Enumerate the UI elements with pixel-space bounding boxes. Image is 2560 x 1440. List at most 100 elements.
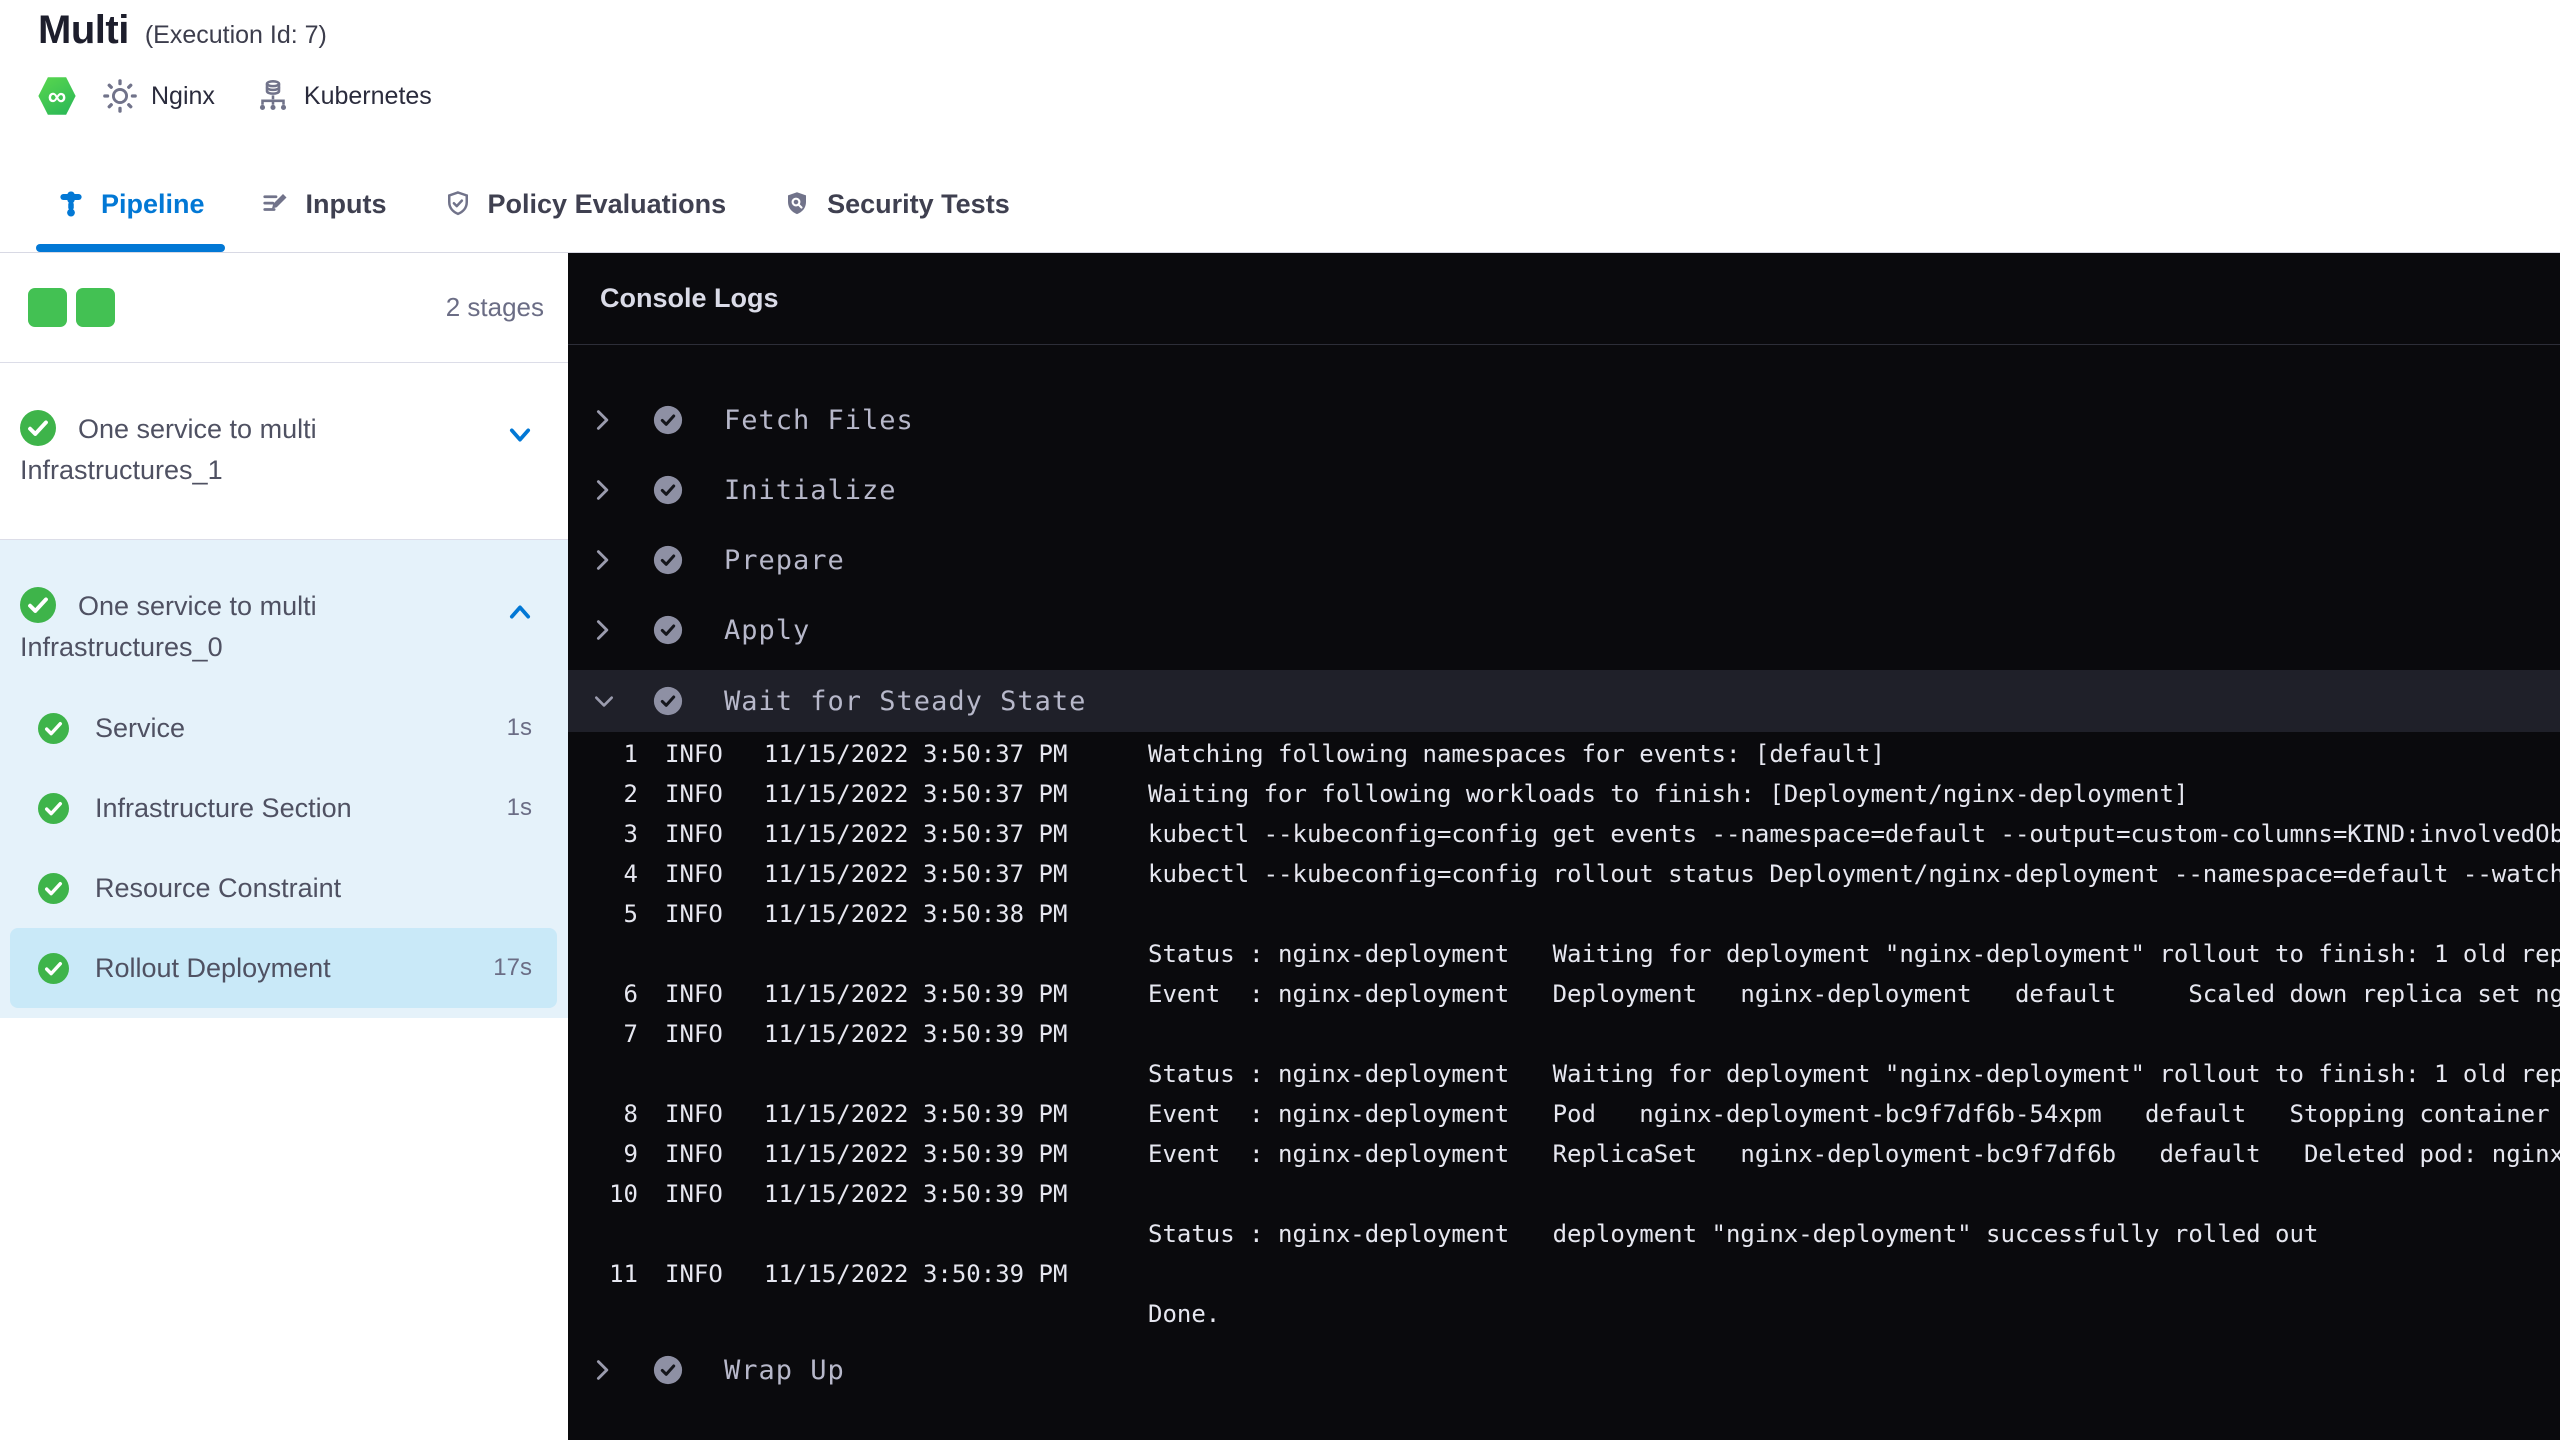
log-level xyxy=(644,1054,764,1094)
log-level: INFO xyxy=(665,780,723,808)
stage-status-square[interactable] xyxy=(76,288,115,327)
log-line-number: 6 xyxy=(623,980,638,1008)
step-item-rollout-deployment[interactable]: Rollout Deployment 17s xyxy=(10,928,557,1008)
chevron-right-icon[interactable] xyxy=(593,548,617,572)
stage-item-infrastructures-0[interactable]: One service to multi Infrastructures_0 xyxy=(0,540,568,682)
log-timestamp: 11/15/2022 3:50:38 PM xyxy=(764,900,1068,928)
log-line-number: 8 xyxy=(623,1100,638,1128)
step-label: Infrastructure Section xyxy=(95,792,352,823)
log-level: INFO xyxy=(665,860,723,888)
step-item-resource-constraint[interactable]: Resource Constraint xyxy=(10,848,557,928)
log-timestamp xyxy=(764,1214,1148,1254)
infinity-glyph: ∞ xyxy=(47,81,67,111)
log-line: 5 INFO 11/15/2022 3:50:38 PM xyxy=(568,894,2560,934)
log-line-continuation: Done. xyxy=(568,1294,2560,1334)
chevron-right-icon[interactable] xyxy=(593,408,617,432)
log-message: Watching following namespaces for events… xyxy=(1148,740,1885,768)
service-name-label: Nginx xyxy=(151,81,215,110)
log-timestamp: 11/15/2022 3:50:37 PM xyxy=(764,820,1068,848)
log-message: Status : nginx-deployment deployment "ng… xyxy=(1148,1220,2319,1248)
tab-security-tests[interactable]: Security Tests xyxy=(782,156,1010,252)
step-item-infrastructure-section[interactable]: Infrastructure Section 1s xyxy=(10,768,557,848)
chevron-right-icon[interactable] xyxy=(593,618,617,642)
stages-sidebar: 2 stages One service to multi Infrastruc… xyxy=(0,253,568,1440)
log-level: INFO xyxy=(665,1260,723,1288)
tab-policy-evaluations[interactable]: Policy Evaluations xyxy=(443,156,727,252)
step-item-service[interactable]: Service 1s xyxy=(10,688,557,768)
log-level xyxy=(644,1214,764,1254)
chevron-right-icon[interactable] xyxy=(593,478,617,502)
chevron-down-icon[interactable] xyxy=(593,692,617,710)
log-line: 1 INFO 11/15/2022 3:50:37 PM Watching fo… xyxy=(568,734,2560,774)
stage-count-label: 2 stages xyxy=(445,292,544,322)
step-label: Resource Constraint xyxy=(95,872,342,903)
console-step-wait-for-steady-state[interactable]: Wait for Steady State xyxy=(568,670,2560,732)
console-step-initialize[interactable]: Initialize xyxy=(568,455,2560,525)
kubernetes-cluster-icon xyxy=(255,78,291,114)
log-message: Event : nginx-deployment Deployment ngin… xyxy=(1148,980,2560,1008)
step-label: Rollout Deployment xyxy=(95,952,331,983)
page-title: Multi xyxy=(38,8,129,52)
log-message: Done. xyxy=(1148,1300,1221,1328)
log-level: INFO xyxy=(665,1180,723,1208)
success-check-icon xyxy=(20,410,56,446)
console-step-apply[interactable]: Apply xyxy=(568,595,2560,665)
success-check-icon xyxy=(653,405,683,435)
chevron-up-icon[interactable] xyxy=(506,600,534,629)
step-duration: 1s xyxy=(506,794,532,821)
log-line-number: 3 xyxy=(623,820,638,848)
title-row: Multi (Execution Id: 7) xyxy=(38,8,327,53)
log-level: INFO xyxy=(665,740,723,768)
stage-name: One service to multi Infrastructures_0 xyxy=(20,586,478,668)
tab-label: Policy Evaluations xyxy=(487,188,727,219)
stage-summary-bar: 2 stages xyxy=(0,253,568,363)
log-timestamp xyxy=(764,1054,1148,1094)
console-logs-panel: Console Logs Fetch Files Initialize Prep… xyxy=(568,253,2560,1440)
chevron-right-icon[interactable] xyxy=(593,1358,617,1382)
stage-name: One service to multi Infrastructures_1 xyxy=(20,409,478,491)
pipeline-icon xyxy=(56,189,86,219)
log-line-number xyxy=(568,1294,644,1334)
chevron-down-icon[interactable] xyxy=(506,423,534,452)
stage-status-square[interactable] xyxy=(28,288,67,327)
header-meta-row: ∞ Nginx Kubernetes xyxy=(38,76,472,116)
stage-item-infrastructures-1[interactable]: One service to multi Infrastructures_1 xyxy=(0,363,568,540)
log-level: INFO xyxy=(665,1020,723,1048)
log-timestamp: 11/15/2022 3:50:39 PM xyxy=(764,1100,1068,1128)
tab-pipeline[interactable]: Pipeline xyxy=(36,156,225,252)
log-message xyxy=(1148,1254,2560,1294)
pipeline-execution-screen: Multi (Execution Id: 7) ∞ Nginx Kubernet… xyxy=(0,0,2560,1440)
log-message: kubectl --kubeconfig=config get events -… xyxy=(1148,820,2560,848)
console-step-label: Initialize xyxy=(724,474,897,506)
stage-name-label: One service to multi Infrastructures_0 xyxy=(20,591,317,662)
log-line-number xyxy=(568,1054,644,1094)
log-timestamp: 11/15/2022 3:50:39 PM xyxy=(764,1260,1068,1288)
step-duration: 17s xyxy=(493,954,532,981)
console-step-wrap-up[interactable]: Wrap Up xyxy=(568,1335,2560,1405)
log-level: INFO xyxy=(665,1140,723,1168)
step-list: Service 1s Infrastructure Section 1s Res… xyxy=(0,682,568,1008)
log-level: INFO xyxy=(665,980,723,1008)
stage-section-infrastructures-0: One service to multi Infrastructures_0 S… xyxy=(0,540,568,1018)
console-step-fetch-files[interactable]: Fetch Files xyxy=(568,385,2560,455)
log-line: 8 INFO 11/15/2022 3:50:39 PM Event : ngi… xyxy=(568,1094,2560,1134)
tab-inputs[interactable]: Inputs xyxy=(261,156,387,252)
log-line-number: 7 xyxy=(623,1020,638,1048)
log-line: 11 INFO 11/15/2022 3:50:39 PM xyxy=(568,1254,2560,1294)
log-line-continuation: Status : nginx-deployment Waiting for de… xyxy=(568,1054,2560,1094)
console-step-prepare[interactable]: Prepare xyxy=(568,525,2560,595)
log-line: 6 INFO 11/15/2022 3:50:39 PM Event : ngi… xyxy=(568,974,2560,1014)
log-message: Event : nginx-deployment Pod nginx-deplo… xyxy=(1148,1100,2550,1128)
log-line-continuation: Status : nginx-deployment Waiting for de… xyxy=(568,934,2560,974)
log-message: Status : nginx-deployment Waiting for de… xyxy=(1148,940,2560,968)
log-line-number: 11 xyxy=(609,1260,638,1288)
log-level: INFO xyxy=(665,820,723,848)
harness-cd-icon: ∞ xyxy=(38,77,76,115)
log-message: Waiting for following workloads to finis… xyxy=(1148,780,2189,808)
log-message xyxy=(1148,894,2560,934)
log-lines: 1 INFO 11/15/2022 3:50:37 PM Watching fo… xyxy=(568,732,2560,1334)
service-chip-nginx[interactable]: Nginx xyxy=(102,78,215,114)
infrastructure-name-label: Kubernetes xyxy=(303,81,432,110)
success-check-icon xyxy=(38,712,69,744)
infrastructure-chip-kubernetes[interactable]: Kubernetes xyxy=(255,78,432,114)
